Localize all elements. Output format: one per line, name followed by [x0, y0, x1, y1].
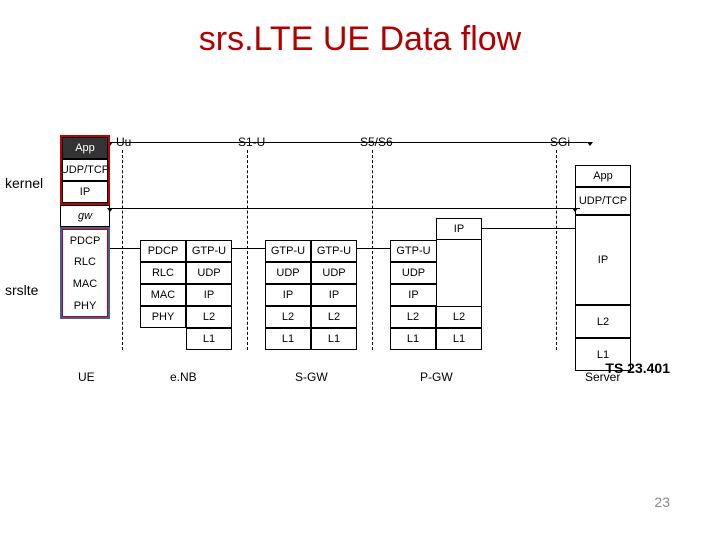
label-srslte: srslte	[5, 282, 38, 298]
sgw-l2-a: L2	[265, 306, 311, 328]
ue-pdcp: PDCP	[62, 229, 108, 251]
hline-ip	[110, 208, 580, 209]
server-ip: IP	[575, 215, 631, 305]
enb-label: e.NB	[170, 370, 197, 384]
ue-phy: PHY	[62, 295, 108, 317]
enb-ip: IP	[186, 284, 232, 306]
pgw-ip: IP	[390, 284, 437, 306]
dashed-uu	[122, 150, 123, 350]
sgw-l1-b: L1	[311, 328, 357, 350]
enb-udp: UDP	[186, 262, 232, 284]
dashed-sgi	[556, 150, 557, 350]
enb-mac: MAC	[140, 284, 186, 306]
ue-gw: gw	[60, 205, 110, 227]
page-title: srs.LTE UE Data flow	[0, 0, 720, 79]
dashed-s1u	[247, 150, 248, 350]
ue-mac: MAC	[62, 273, 108, 295]
enb-rlc: RLC	[140, 262, 186, 284]
col-sgw: GTP-U GTP-U UDP UDP IP IP L2 L2 L1 L1	[265, 240, 357, 350]
hl2	[232, 248, 265, 249]
sgw-label: S-GW	[295, 370, 328, 384]
pgw-l2b: L2	[436, 306, 482, 328]
diagram: Uu S1-U S5/S6 SGi App UDP/TCP IP gw PDCP…	[50, 100, 670, 400]
col-ue: App UDP/TCP IP gw PDCP RLC MAC PHY	[60, 135, 110, 319]
dashed-s5s6	[372, 150, 373, 350]
hl3	[357, 248, 390, 249]
ts-label: TS 23.401	[605, 360, 670, 376]
a2	[572, 208, 578, 212]
enb-l2: L2	[186, 306, 232, 328]
sgw-udp-a: UDP	[265, 262, 311, 284]
hl1	[110, 248, 140, 249]
server-app: App	[575, 165, 631, 187]
ue-udptcp: UDP/TCP	[62, 159, 108, 181]
ue-label: UE	[78, 370, 95, 384]
pgw-ip-riser	[458, 240, 482, 306]
enb-gtpu: GTP-U	[186, 240, 232, 262]
enb-phy: PHY	[140, 306, 186, 328]
pgw-l2a: L2	[390, 306, 436, 328]
pgw-l1a: L1	[390, 328, 436, 350]
pgw-iptop: IP	[436, 218, 482, 240]
enb-l1: L1	[186, 328, 232, 350]
server-l2: L2	[575, 305, 631, 338]
enb-pdcp: PDCP	[140, 240, 186, 262]
sgw-ip-b: IP	[311, 284, 357, 306]
ue-rlc: RLC	[62, 251, 108, 273]
pgw-label: P-GW	[420, 370, 453, 384]
sgw-l2-b: L2	[311, 306, 357, 328]
sgw-ip-a: IP	[265, 284, 311, 306]
page-number: 23	[654, 494, 670, 510]
col-enb: PDCP GTP-U RLC UDP MAC IP PHY L2 L1	[140, 240, 232, 350]
col-server: App UDP/TCP IP L2 L1	[575, 165, 631, 371]
sgw-gtpu-a: GTP-U	[265, 240, 311, 262]
a1	[107, 208, 113, 212]
label-kernel: kernel	[5, 175, 43, 191]
pgw-udp: UDP	[390, 262, 437, 284]
sgw-l1-a: L1	[265, 328, 311, 350]
pgw-l1b: L1	[436, 328, 482, 350]
hline-app	[110, 142, 590, 143]
sgw-udp-b: UDP	[311, 262, 357, 284]
server-udptcp: UDP/TCP	[575, 187, 631, 215]
arrow-app-r	[587, 142, 593, 146]
ue-ip: IP	[62, 181, 108, 203]
pgw-gtpu: GTP-U	[390, 240, 437, 262]
ue-app: App	[62, 137, 108, 159]
hl4	[482, 228, 575, 229]
sgw-gtpu-b: GTP-U	[311, 240, 357, 262]
